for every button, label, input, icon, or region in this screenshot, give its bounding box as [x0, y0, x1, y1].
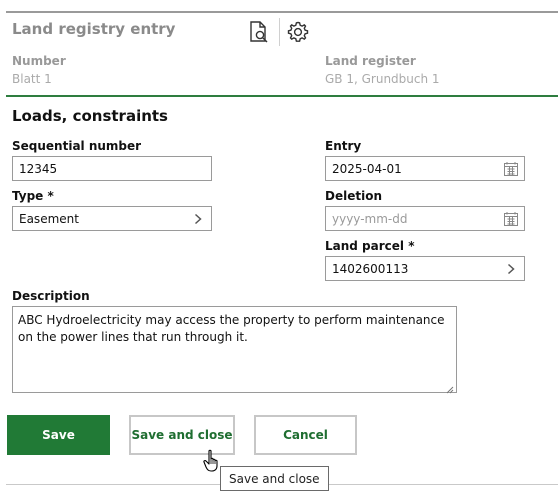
entry-label: Entry — [325, 139, 362, 153]
type-value: Easement — [19, 211, 79, 226]
land-parcel-select[interactable]: 1402600113 — [325, 256, 525, 281]
section-title: Loads, constraints — [12, 107, 168, 125]
save-button[interactable]: Save — [7, 415, 110, 455]
description-textarea[interactable]: ABC Hydroelectricity may access the prop… — [12, 306, 457, 394]
hand-pointer-icon — [203, 449, 223, 477]
land-parcel-label: Land parcel * — [325, 239, 415, 253]
entry-date-input[interactable]: 2025-04-01 — [325, 156, 525, 181]
cancel-button[interactable]: Cancel — [254, 415, 357, 455]
top-divider — [6, 11, 558, 13]
sequential-number-value: 12345 — [19, 161, 58, 176]
calendar-icon[interactable] — [503, 211, 519, 227]
calendar-icon[interactable] — [503, 161, 519, 177]
header-separator — [279, 18, 280, 46]
land-register-value: GB 1, Grundbuch 1 — [325, 72, 440, 86]
sequential-number-label: Sequential number — [12, 139, 142, 153]
type-label: Type * — [12, 189, 54, 203]
number-value: Blatt 1 — [12, 72, 52, 86]
entry-value: 2025-04-01 — [332, 161, 402, 176]
deletion-label: Deletion — [325, 189, 382, 203]
type-select[interactable]: Easement — [12, 206, 212, 231]
number-label: Number — [12, 54, 66, 68]
page-title: Land registry entry — [12, 20, 176, 38]
sequential-number-input[interactable]: 12345 — [12, 156, 212, 181]
section-divider — [6, 95, 558, 97]
land-parcel-value: 1402600113 — [332, 261, 409, 276]
chevron-right-icon — [190, 211, 206, 227]
deletion-placeholder: yyyy-mm-dd — [332, 211, 408, 226]
description-label: Description — [12, 289, 90, 303]
description-value: ABC Hydroelectricity may access the prop… — [18, 313, 445, 344]
document-search-icon[interactable] — [246, 19, 272, 45]
land-register-label: Land register — [325, 54, 416, 68]
tooltip: Save and close — [220, 466, 329, 491]
gear-icon[interactable] — [285, 19, 311, 45]
deletion-date-input[interactable]: yyyy-mm-dd — [325, 206, 525, 231]
resize-grip-icon[interactable] — [446, 382, 454, 394]
chevron-right-icon — [503, 261, 519, 277]
